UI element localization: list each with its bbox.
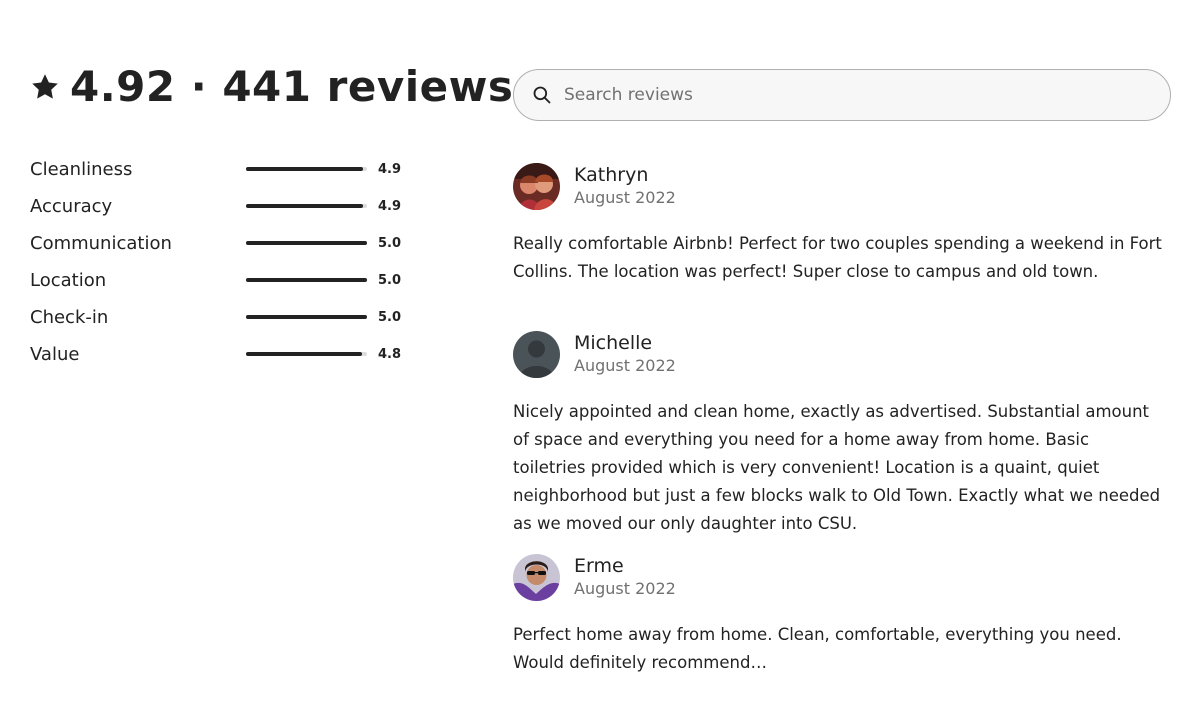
rating-value: 4.9 — [378, 199, 402, 214]
reviews-page: 4.92 · 441 reviews Cleanliness 4.9 Accur… — [0, 0, 1200, 720]
rating-row-cleanliness: Cleanliness 4.9 — [30, 151, 402, 188]
reviewer-name: Erme — [574, 555, 624, 577]
star-icon — [30, 72, 60, 102]
search-input[interactable] — [564, 75, 1170, 115]
avatar[interactable] — [513, 553, 560, 601]
review-text: Really comfortable Airbnb! Perfect for t… — [513, 234, 1162, 281]
rating-bar — [246, 315, 367, 319]
review-header: Kathryn August 2022 — [513, 162, 1163, 210]
rating-label: Check-in — [30, 307, 109, 328]
reviews-summary: 4.92 · 441 reviews — [30, 62, 513, 111]
rating-summary-text: 4.92 · 441 reviews — [70, 62, 514, 111]
review-date: August 2022 — [574, 188, 676, 207]
rating-bar — [246, 204, 367, 208]
review-item: Erme August 2022 Perfect home away from … — [513, 553, 1163, 677]
review-date: August 2022 — [574, 579, 676, 598]
search-reviews-box[interactable] — [513, 69, 1171, 121]
review-date: August 2022 — [574, 356, 676, 375]
rating-row-location: Location 5.0 — [30, 262, 402, 299]
rating-label: Communication — [30, 233, 172, 254]
rating-bar-fill — [246, 167, 364, 171]
rating-value: 4.8 — [378, 347, 402, 362]
rating-bar-fill — [246, 204, 364, 208]
review-header: Erme August 2022 — [513, 553, 1163, 601]
rating-value: 5.0 — [378, 236, 402, 251]
rating-value: 5.0 — [378, 273, 402, 288]
search-icon — [532, 85, 552, 105]
rating-bar — [246, 352, 367, 356]
avatar[interactable] — [513, 162, 560, 210]
rating-label: Cleanliness — [30, 159, 133, 180]
review-header: Michelle August 2022 — [513, 330, 1163, 378]
review-item: Michelle August 2022 Nicely appointed an… — [513, 330, 1163, 538]
category-ratings: Cleanliness 4.9 Accuracy 4.9 Communicati… — [30, 151, 402, 373]
review-text: Perfect home away from home. Clean, comf… — [513, 625, 1122, 672]
review-text: Nicely appointed and clean home, exactly… — [513, 402, 1161, 533]
rating-bar-fill — [246, 352, 363, 356]
rating-bar — [246, 278, 367, 282]
rating-bar-fill — [246, 241, 367, 245]
avatar[interactable] — [513, 330, 560, 378]
rating-bar — [246, 241, 367, 245]
rating-row-check-in: Check-in 5.0 — [30, 299, 402, 336]
rating-label: Accuracy — [30, 196, 113, 217]
rating-label: Value — [30, 344, 80, 365]
rating-bar-fill — [246, 278, 367, 282]
rating-value: 5.0 — [378, 310, 402, 325]
review-item: Kathryn August 2022 Really comfortable A… — [513, 162, 1163, 286]
reviewer-name: Michelle — [574, 332, 653, 354]
rating-bar-fill — [246, 315, 367, 319]
rating-label: Location — [30, 270, 107, 291]
rating-bar — [246, 167, 367, 171]
rating-value: 4.9 — [378, 162, 402, 177]
rating-row-accuracy: Accuracy 4.9 — [30, 188, 402, 225]
reviewer-name: Kathryn — [574, 164, 649, 186]
rating-row-value: Value 4.8 — [30, 336, 402, 373]
rating-row-communication: Communication 5.0 — [30, 225, 402, 262]
